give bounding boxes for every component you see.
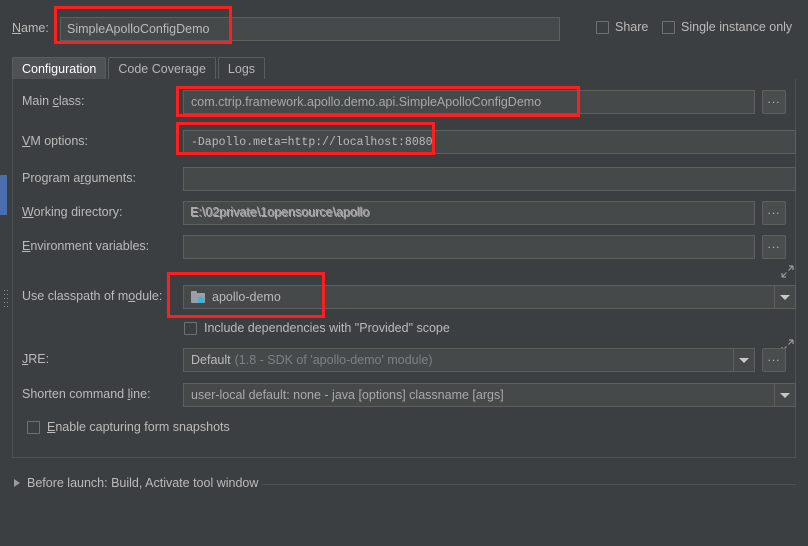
share-checkbox[interactable]: Share [596,20,648,34]
configuration-name-input[interactable] [60,17,560,41]
jre-dropdown-arrow[interactable] [733,349,754,371]
program-arguments-input[interactable] [183,167,796,191]
vm-options-row: VM options: -Dapollo.meta=http://localho… [0,130,808,278]
environment-variables-input[interactable] [183,235,755,259]
single-instance-checkbox-label: Single instance only [681,20,793,34]
run-configuration-dialog: Name: Share Single instance only Configu… [0,0,808,546]
before-launch-section[interactable]: Before launch: Build, Activate tool wind… [14,476,258,490]
use-classpath-of-module-value: apollo-demo [212,290,281,304]
include-provided-scope-label: Include dependencies with "Provided" sco… [204,321,450,335]
use-classpath-of-module-combo[interactable]: apollo-demo [183,285,796,309]
name-label: Name: [12,21,49,35]
working-directory-browse-button[interactable]: ... [762,201,786,225]
working-directory-label: Working directory: [22,205,123,219]
tab-bar: Configuration Code Coverage Logs [12,57,266,79]
vm-options-label: VM options: [22,134,89,148]
working-directory-row: Working directory: E:\02private\1opensou… [0,201,808,225]
environment-variables-row: Environment variables: ... [0,235,808,259]
module-folder-icon [191,290,206,304]
before-launch-label: Before launch: Build, Activate tool wind… [27,476,259,490]
include-provided-scope-checkbox[interactable]: Include dependencies with "Provided" sco… [184,321,450,335]
jre-value-hint: (1.8 - SDK of 'apollo-demo' module) [234,353,433,367]
jre-row: JRE: Default (1.8 - SDK of 'apollo-demo'… [0,348,808,372]
tab-configuration[interactable]: Configuration [12,57,107,79]
vm-options-input[interactable]: -Dapollo.meta=http://localhost:8080 [183,130,796,154]
before-launch-divider [262,484,796,485]
shorten-command-line-value: user-local default: none - java [options… [191,388,504,402]
jre-combo[interactable]: Default (1.8 - SDK of 'apollo-demo' modu… [183,348,755,372]
environment-variables-label: Environment variables: [22,239,150,253]
use-classpath-of-module-row: Use classpath of module: apollo-demo [0,285,808,309]
environment-variables-browse-button[interactable]: ... [762,235,786,259]
include-provided-scope-checkbox-box[interactable] [184,321,197,335]
shorten-command-line-row: Shorten command line: user-local default… [0,383,808,407]
working-directory-value: E:\02private\1opensource\apollo [190,205,370,219]
tab-code-coverage[interactable]: Code Coverage [108,57,216,79]
triangle-right-icon[interactable] [14,479,20,487]
jre-browse-button[interactable]: ... [762,348,786,372]
shorten-command-line-label: Shorten command line: [22,387,151,401]
main-class-input[interactable]: com.ctrip.framework.apollo.demo.api.Simp… [183,90,755,114]
main-class-label: Main class: [22,94,85,108]
main-class-row: Main class: com.ctrip.framework.apollo.d… [0,90,808,114]
enable-capturing-label: EEnable capturing form snapshotsnable ca… [47,420,230,434]
main-class-browse-button[interactable]: ... [762,90,786,114]
share-checkbox-box[interactable] [596,20,609,34]
program-arguments-row: Program arguments: [0,167,808,352]
enable-capturing-checkbox-box[interactable] [27,420,40,434]
use-classpath-of-module-label: Use classpath of module: [22,289,163,303]
program-arguments-label: Program arguments: [22,171,136,185]
shorten-command-line-combo[interactable]: user-local default: none - java [options… [183,383,796,407]
name-row: Name: Share Single instance only [0,17,808,43]
vm-options-expand-icon[interactable] [781,265,794,278]
tab-logs[interactable]: Logs [217,57,266,79]
jre-label: JRE: [22,352,50,366]
share-checkbox-label: Share [615,20,649,34]
shorten-command-line-dropdown-arrow[interactable] [774,384,795,406]
use-classpath-of-module-dropdown-arrow[interactable] [774,286,795,308]
single-instance-checkbox[interactable]: Single instance only [662,20,792,34]
enable-capturing-checkbox[interactable]: EEnable capturing form snapshotsnable ca… [27,420,230,434]
single-instance-checkbox-box[interactable] [662,20,675,34]
jre-value: Default [191,353,231,367]
name-label-colon: : [45,21,49,35]
